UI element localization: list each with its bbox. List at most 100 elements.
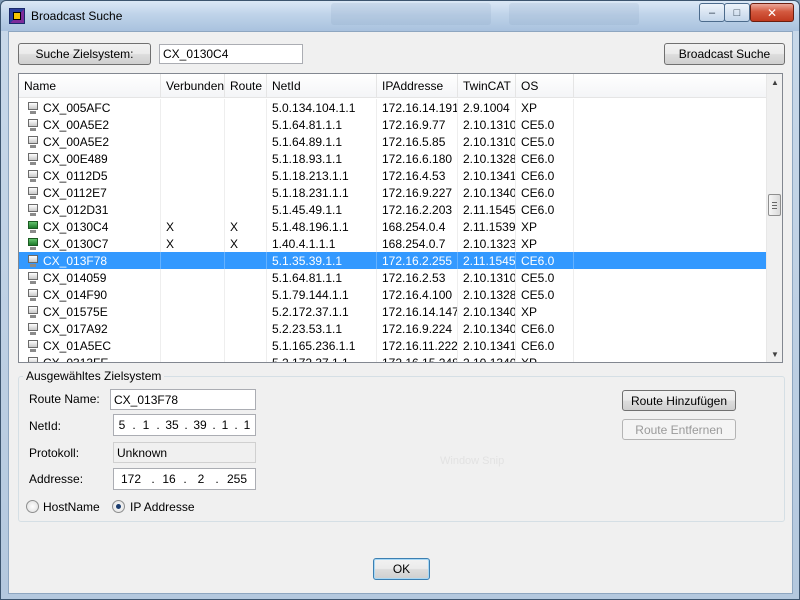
column-header-os[interactable]: OS	[516, 74, 574, 98]
list-header: Name Verbunden Route NetId IPAddresse Tw…	[19, 74, 766, 98]
row-filler	[574, 218, 768, 235]
column-header-twincat[interactable]: TwinCAT	[458, 74, 516, 98]
column-header-route[interactable]: Route	[225, 74, 267, 98]
broadcast-search-button[interactable]: Broadcast Suche	[664, 43, 785, 65]
remove-route-button[interactable]: Route Entfernen	[622, 419, 736, 440]
minimize-button[interactable]: –	[699, 3, 725, 22]
maximize-button[interactable]: □	[724, 3, 750, 22]
cell-os: CE5.0	[516, 269, 574, 286]
cell-ip: 172.16.6.180	[377, 150, 458, 167]
row-filler	[574, 184, 768, 201]
table-row[interactable]: CX_0112D5 5.1.18.213.1.1 172.16.4.53 2.10.1…	[19, 167, 768, 184]
ip-address-radio[interactable]	[112, 500, 125, 513]
cell-connected	[161, 133, 225, 150]
cell-route	[225, 303, 267, 320]
row-name-text: CX_0313FE	[43, 355, 109, 363]
scrollbar-thumb[interactable]	[768, 194, 781, 216]
netid-part: 39	[193, 418, 207, 432]
cell-ip: 172.16.15.248	[377, 354, 458, 362]
cell-connected	[161, 167, 225, 184]
cell-name: CX_00E489	[19, 150, 161, 167]
table-row[interactable]: CX_005AFC 5.0.134.104.1.1 172.16.14.191 2.9…	[19, 99, 768, 116]
column-header-ip[interactable]: IPAddresse	[377, 74, 458, 98]
cell-connected	[161, 303, 225, 320]
computer-icon	[27, 186, 39, 199]
cell-name: CX_014F90	[19, 286, 161, 303]
computer-icon	[27, 271, 39, 284]
cell-netid: 5.1.18.93.1.1	[267, 150, 377, 167]
cell-os: XP	[516, 235, 574, 252]
close-button[interactable]: ✕	[750, 3, 794, 22]
scroll-up-arrow-icon[interactable]: ▲	[767, 74, 782, 90]
cell-twincat: 2.10.1328	[458, 150, 516, 167]
ip-address-radio-label[interactable]: IP Addresse	[130, 500, 195, 514]
route-name-input[interactable]: CX_013F78	[110, 389, 256, 410]
table-row[interactable]: CX_0313FE 5.2.172.37.1.1 172.16.15.248 2.10…	[19, 354, 768, 363]
cell-twincat: 2.10.1310	[458, 116, 516, 133]
cell-ip: 172.16.9.224	[377, 320, 458, 337]
title-bar[interactable]: Broadcast Suche – □ ✕	[1, 1, 799, 31]
add-route-button[interactable]: Route Hinzufügen	[622, 390, 736, 411]
table-row[interactable]: CX_01A5EC 5.1.165.236.1.1 172.16.11.222 2.1…	[19, 337, 768, 354]
table-row[interactable]: CX_017A92 5.2.23.53.1.1 172.16.9.224 2.10.1…	[19, 320, 768, 337]
cell-connected: X	[161, 235, 225, 252]
hostname-radio-label[interactable]: HostName	[43, 500, 100, 514]
row-name-text: CX_013F78	[43, 253, 108, 268]
cell-route	[225, 252, 267, 269]
background-ghost	[331, 3, 491, 25]
table-row[interactable]: CX_013F78 5.1.35.39.1.1 172.16.2.255 2.11.1…	[19, 252, 768, 269]
cell-twincat: 2.9.1004	[458, 99, 516, 116]
cell-connected	[161, 354, 225, 362]
table-row[interactable]: CX_0112E7 5.1.18.231.1.1 172.16.9.227 2.10.…	[19, 184, 768, 201]
table-row[interactable]: CX_014059 5.1.64.81.1.1 172.16.2.53 2.10.13…	[19, 269, 768, 286]
search-target-input[interactable]: CX_0130C4	[159, 44, 303, 64]
cell-ip: 172.16.5.85	[377, 133, 458, 150]
cell-os: CE6.0	[516, 252, 574, 269]
cell-route	[225, 116, 267, 133]
address-input[interactable]: 172. 16. 2. 255	[113, 468, 256, 490]
column-header-connected[interactable]: Verbunden	[161, 74, 225, 98]
dialog-client-area: Suche Zielsystem: CX_0130C4 Broadcast Su…	[8, 31, 793, 594]
cell-name: CX_00A5E2	[19, 133, 161, 150]
cell-route: X	[225, 218, 267, 235]
column-header-name[interactable]: Name	[19, 74, 161, 98]
cell-route	[225, 99, 267, 116]
cell-route: X	[225, 235, 267, 252]
cell-connected	[161, 201, 225, 218]
table-row[interactable]: CX_0130C4 X X 5.1.48.196.1.1 168.254.0.4 2.11…	[19, 218, 768, 235]
netid-input[interactable]: 5. 1. 35. 39. 1. 1	[113, 414, 256, 436]
window-snip-watermark: Window Snip	[440, 455, 505, 467]
column-header-netid[interactable]: NetId	[267, 74, 377, 98]
cell-ip: 172.16.2.203	[377, 201, 458, 218]
cell-name: CX_005AFC	[19, 99, 161, 116]
table-row[interactable]: CX_012D31 5.1.45.49.1.1 172.16.2.203 2.11.1…	[19, 201, 768, 218]
ok-button[interactable]: OK	[373, 558, 430, 580]
row-name-text: CX_0112D5	[43, 168, 108, 183]
table-row[interactable]: CX_01575E 5.2.172.37.1.1 172.16.14.147 2.10…	[19, 303, 768, 320]
address-part: 172	[120, 472, 142, 486]
hostname-radio[interactable]	[26, 500, 39, 513]
cell-connected	[161, 116, 225, 133]
table-row[interactable]: CX_00E489 5.1.18.93.1.1 172.16.6.180 2.10.1…	[19, 150, 768, 167]
cell-os: CE6.0	[516, 167, 574, 184]
netid-part: 1	[142, 418, 150, 432]
row-filler	[574, 337, 768, 354]
cell-route	[225, 201, 267, 218]
table-row[interactable]: CX_0130C7 X X 1.40.4.1.1.1 168.254.0.7 2.10.1…	[19, 235, 768, 252]
table-row[interactable]: CX_00A5E2 5.1.64.89.1.1 172.16.5.85 2.10.13…	[19, 133, 768, 150]
cell-netid: 5.1.64.81.1.1	[267, 116, 377, 133]
table-row[interactable]: CX_014F90 5.1.79.144.1.1 172.16.4.100 2.10.…	[19, 286, 768, 303]
list-vertical-scrollbar[interactable]: ▲ ▼	[766, 74, 782, 362]
row-filler	[574, 133, 768, 150]
cell-os: CE6.0	[516, 150, 574, 167]
cell-route	[225, 320, 267, 337]
search-target-button[interactable]: Suche Zielsystem:	[18, 43, 151, 65]
computer-icon	[27, 322, 39, 335]
netid-part: 5	[118, 418, 126, 432]
cell-name: CX_0112D5	[19, 167, 161, 184]
table-row[interactable]: CX_00A5E2 5.1.64.81.1.1 172.16.9.77 2.10.13…	[19, 116, 768, 133]
scroll-down-arrow-icon[interactable]: ▼	[767, 346, 782, 362]
address-label: Addresse:	[29, 472, 84, 486]
computer-icon	[27, 152, 39, 165]
target-system-list[interactable]: Name Verbunden Route NetId IPAddresse Tw…	[18, 73, 783, 363]
